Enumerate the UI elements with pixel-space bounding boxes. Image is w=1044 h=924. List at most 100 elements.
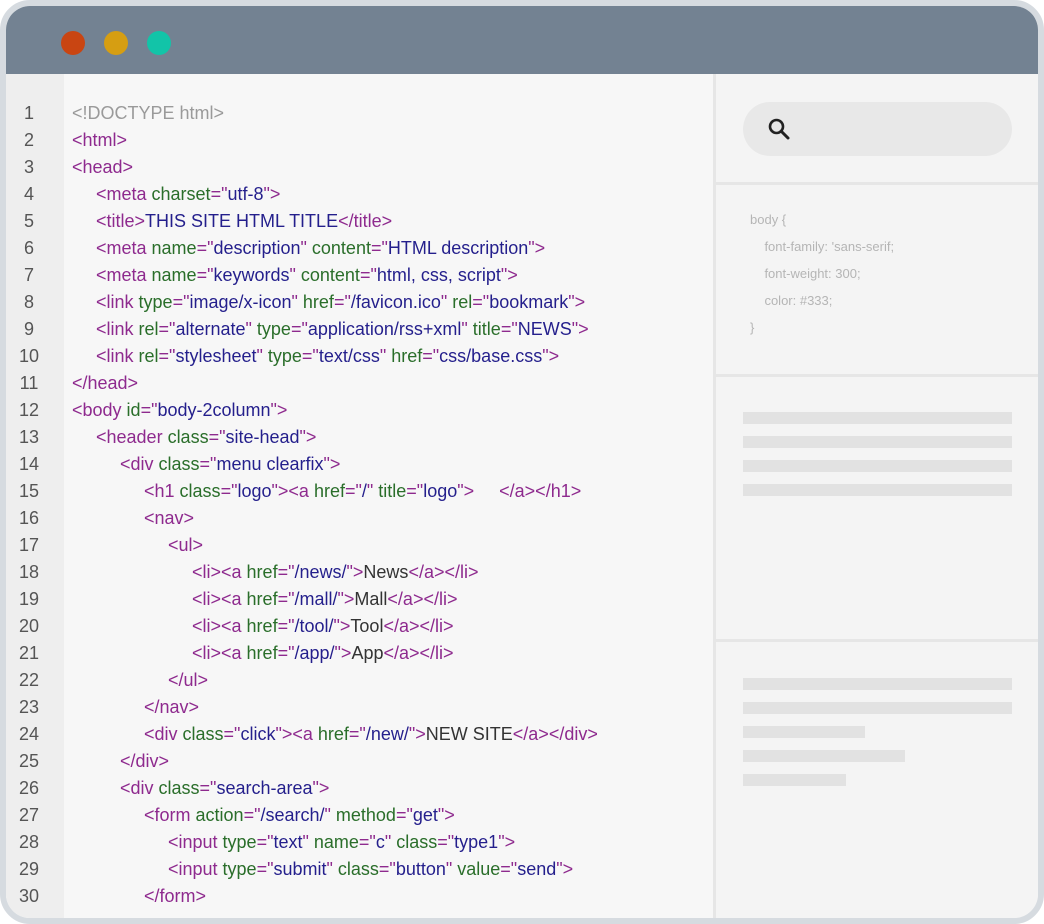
code-token: content [311,238,371,258]
code-text: </ul> [168,667,208,694]
line-number: 9 [23,319,34,339]
css-snippet: body { font-family: 'sans-serif; font-we… [750,206,894,341]
code-token: title [378,481,407,501]
code-token: =" [243,805,261,825]
placeholder-bar [743,750,905,762]
code-token: "> [299,427,317,447]
code-token: class [182,724,224,744]
code-token: " [289,265,301,285]
minimize-button[interactable] [104,31,128,55]
placeholder-bar [743,484,1012,496]
code-token: =" [277,589,295,609]
code-text: </head> [72,370,138,397]
code-token: NEW SITE [425,724,513,744]
code-token: =" [333,292,351,312]
search-input[interactable] [743,102,1012,156]
code-token: =" [301,346,319,366]
code-token: =" [277,562,295,582]
line-number: 21 [18,643,40,663]
line-number: 5 [23,211,34,231]
line-number: 4 [23,184,34,204]
line-number: 8 [23,292,34,312]
maximize-button[interactable] [147,31,171,55]
code-token: <h1 [144,481,180,501]
code-token: type [267,346,302,366]
code-token: =" [210,184,228,204]
code-token: </title> [338,211,393,231]
code-token: href [246,589,278,609]
code-token: =" [348,724,366,744]
code-token: <li><a [192,616,247,636]
code-token: </nav> [144,697,200,717]
code-token: utf-8 [227,184,264,204]
code-token: =" [199,454,217,474]
code-token: alternate [175,319,246,339]
code-token: THIS SITE HTML TITLE [145,211,339,231]
code-token: /tool/ [294,616,334,636]
line-number: 17 [18,535,40,555]
code-token: <meta [96,265,152,285]
code-token: " [445,859,458,879]
code-token: " [245,319,257,339]
code-token: "> [568,292,586,312]
code-token: =" [158,319,176,339]
code-token: Tool [350,616,384,636]
code-token: href [246,562,278,582]
code-token: <meta [96,238,152,258]
code-token: =" [208,427,226,447]
code-token: " [440,292,453,312]
close-button[interactable] [61,31,85,55]
code-text: <input type="submit" class="button" valu… [168,856,573,883]
code-editor[interactable]: 1 <!DOCTYPE html> 2 <html> 3 <head> 4 <meta cha… [6,74,716,918]
code-text: <li><a href="/mall/">Mall</a></li> [192,586,457,613]
code-text: <li><a href="/app/">App</a></li> [192,640,454,667]
code-text: <!DOCTYPE html> [72,100,224,127]
code-token: /app/ [294,643,335,663]
line-number: 11 [19,373,39,393]
code-token: class [158,454,200,474]
code-token: =" [437,832,455,852]
placeholder-bar [743,702,1012,714]
code-token: =" [196,238,214,258]
code-token: HTML description [387,238,529,258]
code-token: application/rss+xml [307,319,462,339]
code-token: rel [138,319,159,339]
code-text: <link rel="stylesheet" type="text/css" h… [96,343,559,370]
code-text: <link type="image/x-icon" href="/favicon… [96,289,585,316]
placeholder-bar [743,774,846,786]
placeholder-bar [743,678,1012,690]
line-number: 7 [23,265,34,285]
code-token: " [366,481,379,501]
code-text: <meta name="keywords" content="html, css… [96,262,518,289]
code-token: type1 [454,832,499,852]
code-text: <nav> [144,505,194,532]
code-text: <form action="/search/" method="get"> [144,802,455,829]
code-token: logo [237,481,272,501]
divider [716,639,1038,642]
code-token: <!DOCTYPE html> [72,103,225,123]
code-token: send [517,859,557,879]
code-token: =" [472,292,490,312]
code-token: =" [158,346,176,366]
css-line: body { [750,212,787,227]
browser-window: 1 <!DOCTYPE html> 2 <html> 3 <head> 4 <meta cha… [0,0,1044,924]
code-token: <link [96,346,139,366]
code-token: "> [500,265,518,285]
code-text: <li><a href="/tool/">Tool</a></li> [192,613,454,640]
code-token: content [300,265,360,285]
code-token: <div [120,454,159,474]
divider [716,182,1038,185]
code-token: =" [277,616,295,636]
code-token: value [457,859,501,879]
code-text: <div class="menu clearfix"> [120,451,340,478]
code-token: </a></li> [408,562,479,582]
code-token: body-2column [157,400,271,420]
code-token: "> [263,184,281,204]
code-token: NEWS [517,319,572,339]
code-text: <ul> [168,532,203,559]
code-token: "> </a></h1> [457,481,582,501]
code-token: =" [140,400,158,420]
code-token: image/x-icon [189,292,292,312]
code-token: " [302,832,314,852]
code-token: "> [542,346,560,366]
